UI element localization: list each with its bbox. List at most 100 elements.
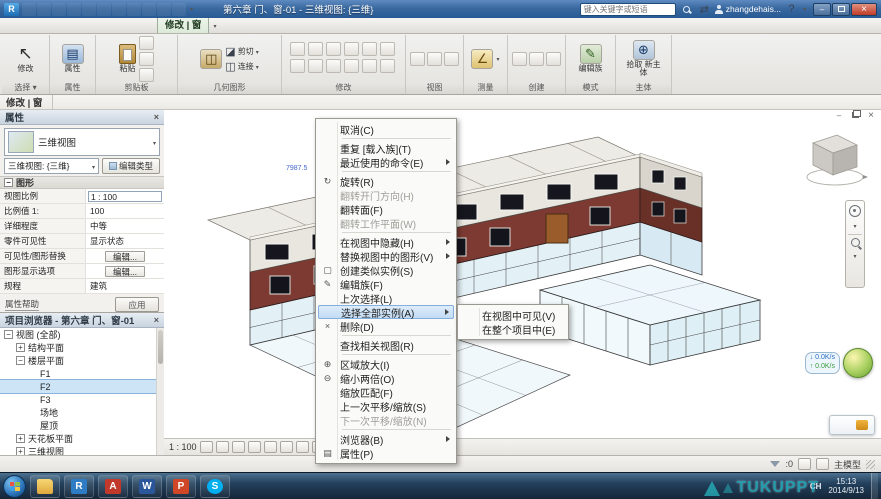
modify-tool-icon[interactable] <box>344 59 359 73</box>
show-desktop-button[interactable] <box>871 473 878 499</box>
property-row[interactable]: 图形显示选项 编辑... <box>0 264 164 279</box>
modify-tool-icon[interactable] <box>290 42 305 56</box>
modify-tool-icon[interactable] <box>308 59 323 73</box>
ribbon-tab[interactable] <box>73 29 87 33</box>
join-geometry-button[interactable]: ◫ 连接 <box>225 60 258 73</box>
taskbar-app-button[interactable]: W <box>132 475 162 498</box>
qat-button[interactable] <box>157 3 171 16</box>
view-control-icon[interactable] <box>248 441 261 453</box>
context-menu-item[interactable]: 查找相关视图(R) <box>318 338 454 352</box>
wheel-caret[interactable] <box>853 220 856 231</box>
browser-tree-item[interactable]: − 楼层平面 <box>0 354 164 367</box>
context-menu-item[interactable]: 上次选择(L) <box>318 291 454 305</box>
qat-overflow-caret[interactable] <box>190 6 193 13</box>
qat-button[interactable] <box>112 3 126 16</box>
context-menu-item[interactable]: 下一次平移/缩放(N) <box>318 413 454 427</box>
browser-tree-item[interactable]: − 视图 (全部) <box>0 328 164 341</box>
view-scale[interactable]: 1 : 100 <box>169 442 197 452</box>
view-control-icon[interactable] <box>296 441 309 453</box>
view-control-icon[interactable] <box>232 441 245 453</box>
help-caret[interactable] <box>803 6 806 13</box>
input-language-indicator[interactable]: CH <box>808 481 824 492</box>
pick-new-host-button[interactable]: ⊕ 拾取 新主体 <box>624 40 664 78</box>
minimize-button[interactable] <box>813 3 831 16</box>
context-menu-item[interactable]: × 删除(D) <box>318 319 454 333</box>
restore-button[interactable] <box>832 3 850 16</box>
viewcube[interactable] <box>797 123 873 189</box>
view-control-icon[interactable] <box>264 441 277 453</box>
modify-tool-icon[interactable] <box>344 42 359 56</box>
context-menu-item[interactable]: 翻转面(F) <box>318 202 454 216</box>
zoom-icon[interactable] <box>851 238 860 247</box>
modify-tool-icon[interactable] <box>326 59 341 73</box>
context-menu-item[interactable]: 上一次平移/缩放(S) <box>318 399 454 413</box>
qat-button[interactable] <box>22 3 36 16</box>
browser-tree-item[interactable]: 场地 <box>0 406 164 419</box>
ribbon-tab[interactable] <box>17 29 31 33</box>
view-restore-icon[interactable] <box>849 110 861 120</box>
view-tool-icon[interactable] <box>410 52 425 66</box>
tree-expand-icon[interactable]: + <box>16 447 25 455</box>
taskbar-app-button[interactable]: P <box>166 475 196 498</box>
measure-icon[interactable]: ∠ <box>471 49 493 69</box>
context-menu-item[interactable]: 替换视图中的图形(V) <box>318 249 454 263</box>
view-control-icon[interactable] <box>200 441 213 453</box>
edit-family-button[interactable]: ✎ 编辑族 <box>579 44 603 73</box>
qat-button[interactable] <box>142 3 156 16</box>
browser-scrollbar[interactable] <box>156 328 164 455</box>
instance-combo[interactable]: 三维视图: {三维} <box>4 158 99 174</box>
context-submenu-item[interactable]: 在视图中可见(V) <box>460 308 566 322</box>
taskbar-app-button[interactable]: R <box>64 475 94 498</box>
filter-icon[interactable] <box>770 461 780 467</box>
select-toggle-icon[interactable] <box>798 458 811 470</box>
clipboard-tool-icon[interactable] <box>139 68 154 82</box>
taskbar-app-button[interactable]: S <box>200 475 230 498</box>
property-row[interactable]: 零件可见性 显示状态 <box>0 234 164 249</box>
editable-only-icon[interactable] <box>816 458 829 470</box>
qat-button[interactable] <box>172 3 186 16</box>
context-menu-item[interactable]: 在视图中隐藏(H) <box>318 235 454 249</box>
browser-tree-item[interactable]: F1 <box>0 367 164 380</box>
context-menu-item[interactable]: ▢ 创建类似实例(S) <box>318 263 454 277</box>
project-browser-close-icon[interactable]: × <box>154 315 159 325</box>
building-model[interactable]: 7987.5 <box>164 110 881 438</box>
cope-icon[interactable]: ◫ <box>200 49 222 69</box>
qat-button[interactable] <box>37 3 51 16</box>
properties-help-link[interactable]: 属性帮助 <box>5 298 39 311</box>
context-menu-item[interactable]: 取消(C) <box>318 122 454 136</box>
revit-app-icon[interactable]: R <box>4 3 19 16</box>
tray-icon[interactable] <box>763 481 773 491</box>
taskbar-app-button[interactable]: A <box>98 475 128 498</box>
apply-button[interactable]: 应用 <box>115 297 159 312</box>
ribbon-tab[interactable] <box>115 29 129 33</box>
context-menu-item[interactable]: 最近使用的命令(E) <box>318 155 454 169</box>
ribbon-state-caret[interactable] <box>209 23 220 33</box>
tree-expand-icon[interactable] <box>28 369 37 378</box>
properties-close-icon[interactable]: × <box>154 112 159 122</box>
ribbon-tab[interactable] <box>129 29 143 33</box>
qat-button[interactable] <box>97 3 111 16</box>
create-tool-icon[interactable] <box>512 52 527 66</box>
type-selector[interactable]: 三维视图 <box>4 128 160 156</box>
qat-button[interactable] <box>52 3 66 16</box>
context-menu-item[interactable]: ▤ 属性(P) <box>318 446 454 460</box>
search-input[interactable] <box>580 3 676 16</box>
ribbon-tab[interactable] <box>101 29 115 33</box>
tree-expand-icon[interactable]: − <box>16 356 25 365</box>
clipboard-tool-icon[interactable] <box>139 52 154 66</box>
tree-expand-icon[interactable] <box>28 408 37 417</box>
context-menu-item[interactable]: 翻转工作平面(W) <box>318 216 454 230</box>
browser-tree-item[interactable]: + 天花板平面 <box>0 432 164 445</box>
modify-tool-icon[interactable] <box>380 42 395 56</box>
paste-button[interactable]: 粘贴 <box>119 44 136 73</box>
close-button[interactable] <box>851 3 877 16</box>
property-row[interactable]: 详细程度 中等 <box>0 219 164 234</box>
context-menu-item[interactable]: 缩放匹配(F) <box>318 385 454 399</box>
tree-expand-icon[interactable]: + <box>16 343 25 352</box>
clipboard-tool-icon[interactable] <box>139 36 154 50</box>
view-control-icon[interactable] <box>280 441 293 453</box>
edit-type-button[interactable]: 编辑类型 <box>102 158 160 174</box>
browser-tree-item[interactable]: F3 <box>0 393 164 406</box>
view-close-icon[interactable] <box>865 110 877 120</box>
property-row[interactable]: 可见性/图形替换 编辑... <box>0 249 164 264</box>
